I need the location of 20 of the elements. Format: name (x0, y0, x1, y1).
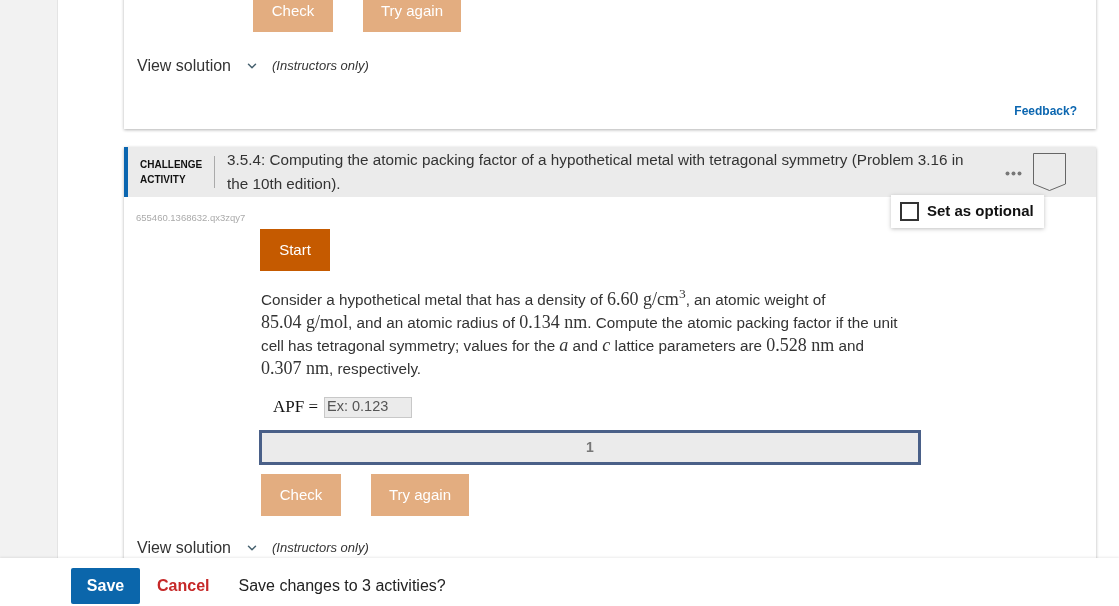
question-text: Consider a hypothetical metal that has a density of 6.60 g/cm$^{3}$, an atomic weight of 85.04 g/mol, and an atomic radius of 0.134 nm. Compute the atomic packing factor if the unit cell has tetragonal symmetry; values for the a and c lattice parameters are 0.528 nm and 0.307 nm, respectively. (261, 288, 899, 380)
instructors-only-note: (Instructors only) (272, 57, 369, 75)
set-optional-label: Set as optional (927, 201, 1034, 222)
answer-input[interactable]: Ex: 0.123 (324, 396, 413, 418)
view-solution-toggle[interactable]: View solution (137, 55, 259, 77)
feedback-link[interactable]: Feedback? (1014, 102, 1077, 120)
save-changes-message: Save changes to 3 activities? (238, 576, 446, 596)
more-options-icon[interactable] (1005, 170, 1022, 176)
instructors-only-note: (Instructors only) (272, 539, 369, 557)
activity-id: 655460.1368632.qx3zqy7 (136, 212, 246, 224)
cancel-button[interactable]: Cancel (157, 574, 210, 598)
view-solution-toggle[interactable]: View solution (137, 537, 259, 558)
checkbox[interactable] (900, 202, 919, 221)
activity-title: 3.5.4: Computing the atomic packing factor of a hypothetical metal with tetragonal symmetry (Problem 3.16 in the 10th edition). (227, 150, 965, 194)
level-step[interactable]: 1 (259, 430, 921, 465)
bookmark-icon[interactable] (1033, 153, 1066, 191)
activity-type-label: CHALLENGE ACTIVITY (140, 158, 204, 187)
apf-label: APF = (273, 397, 319, 417)
save-button[interactable]: Save (71, 568, 140, 604)
start-button[interactable]: Start (260, 229, 330, 271)
